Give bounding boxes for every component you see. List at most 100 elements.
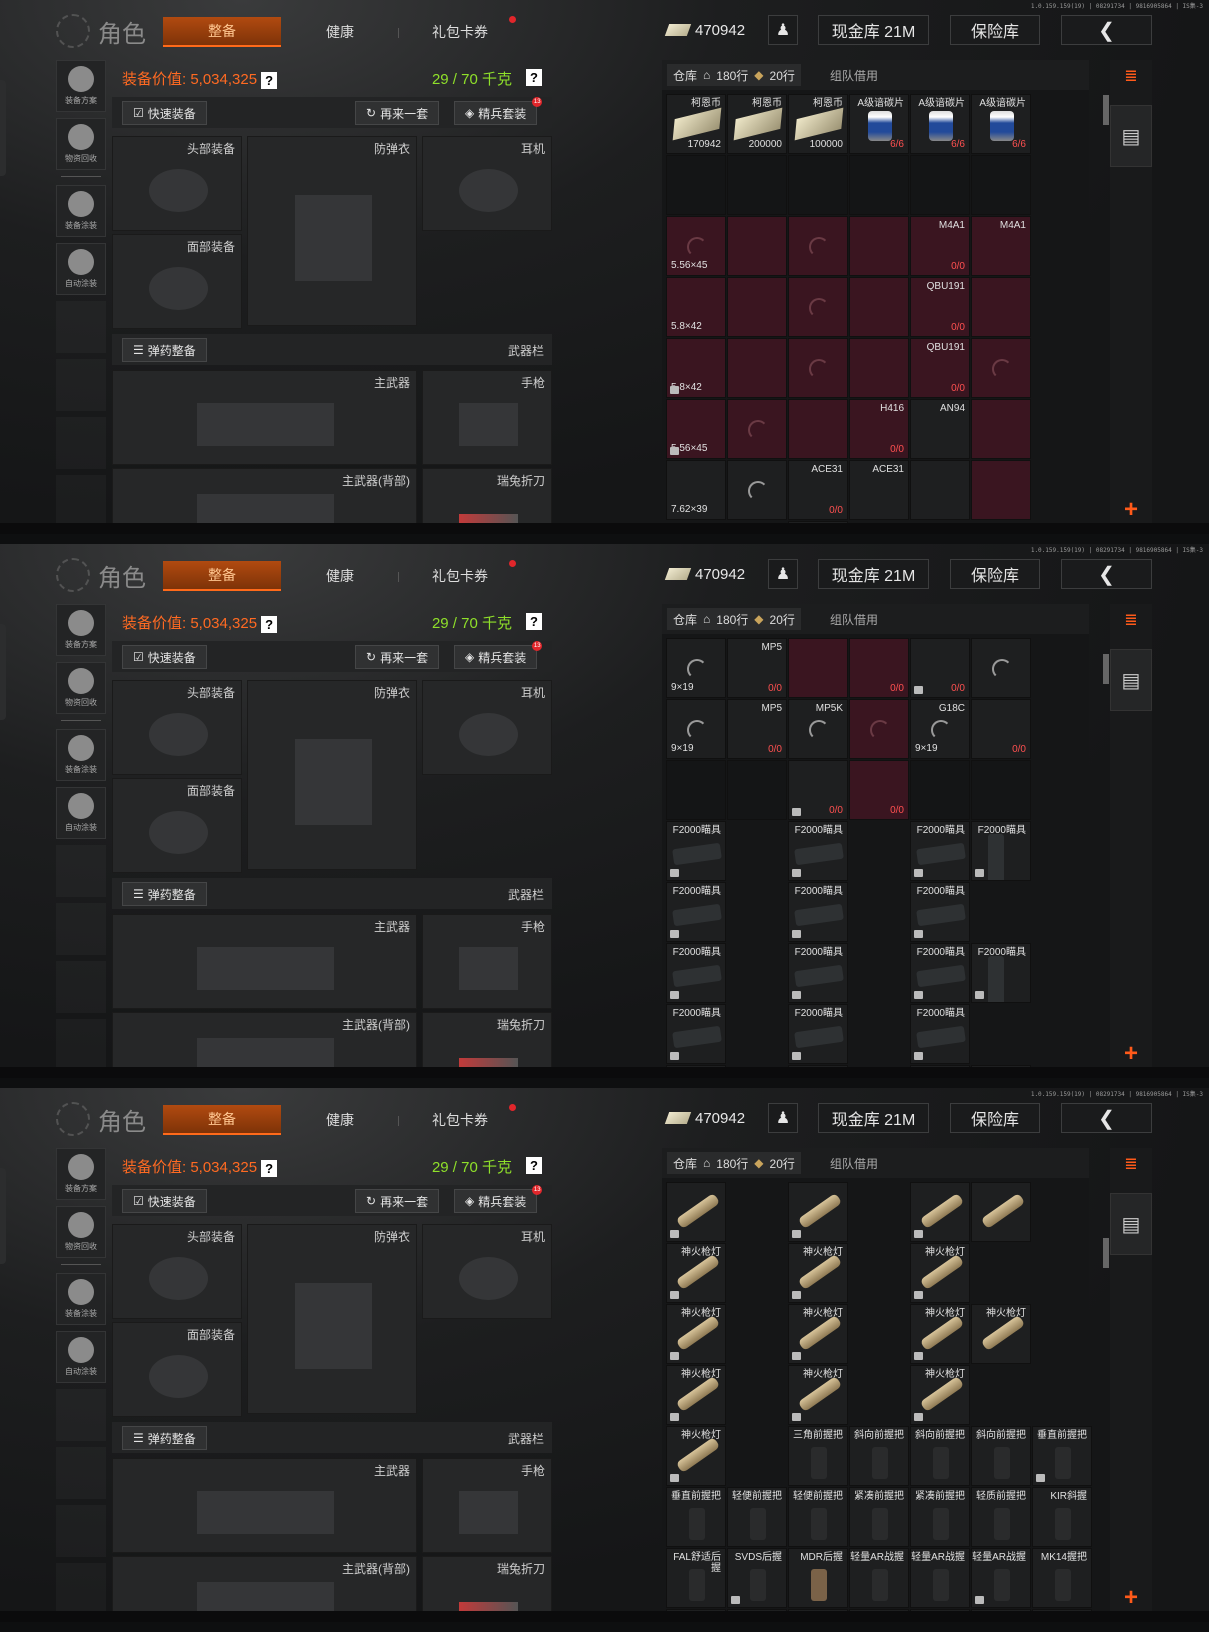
- storage-cell[interactable]: ACE31: [788, 521, 848, 523]
- storage-cell[interactable]: 轻质前握把: [971, 1487, 1031, 1547]
- sidebar-item-3[interactable]: 装备涂装: [56, 1273, 106, 1325]
- storage-cell[interactable]: 7.62×39: [666, 460, 726, 520]
- slot-pistol[interactable]: 手枪: [422, 914, 552, 1009]
- help-icon[interactable]: ?: [526, 1157, 542, 1174]
- ammo-button[interactable]: ☰ 弹药整备: [122, 1426, 207, 1450]
- storage-cell[interactable]: PK反射: [910, 1609, 970, 1611]
- slot-ear[interactable]: 耳机: [422, 680, 552, 775]
- slot-vest[interactable]: 防弹衣: [247, 680, 417, 870]
- storage-cell[interactable]: [849, 155, 909, 215]
- slot-primary_back[interactable]: 主武器(背部): [112, 468, 417, 523]
- storage-cell[interactable]: F2000瞄具: [910, 1004, 970, 1064]
- storage-cell[interactable]: 神火枪灯: [971, 1304, 1031, 1364]
- storage-cell[interactable]: M4A1: [971, 216, 1031, 276]
- storage-cell[interactable]: 轻量AR战握: [849, 1548, 909, 1608]
- sidebar-item-1[interactable]: 装备方案: [56, 60, 106, 112]
- storage-cell[interactable]: [727, 460, 787, 520]
- tab-gift[interactable]: 礼包卡券: [410, 561, 510, 591]
- sort-icon[interactable]: ≣: [1118, 66, 1144, 86]
- storage-cell[interactable]: F2000瞄具: [910, 821, 970, 881]
- sort-icon[interactable]: ≣: [1118, 1154, 1144, 1174]
- storage-cell[interactable]: [727, 216, 787, 276]
- storage-cell[interactable]: QBU191 0/0: [910, 338, 970, 398]
- storage-cell[interactable]: [971, 277, 1031, 337]
- elite-kit-button[interactable]: ◈ 精兵套装 13: [454, 1185, 543, 1213]
- layers-icon[interactable]: ▤: [1110, 1193, 1152, 1255]
- storage-cell[interactable]: 5.56×45: [666, 399, 726, 459]
- storage-cell[interactable]: [666, 155, 726, 215]
- storage-cell[interactable]: MP5 0/0: [727, 638, 787, 698]
- storage-cell[interactable]: [788, 638, 848, 698]
- slot-head[interactable]: 头部装备: [112, 1224, 242, 1319]
- tab-health[interactable]: 健康: [300, 561, 380, 591]
- cash-box-button[interactable]: 现金库 21M: [818, 1103, 929, 1133]
- edge-handle[interactable]: [0, 1168, 6, 1264]
- slot-head[interactable]: 头部装备: [112, 680, 242, 775]
- help-icon[interactable]: ?: [526, 69, 542, 86]
- storage-cell[interactable]: 5.8×42: [666, 277, 726, 337]
- storage-cell[interactable]: H416 0/0: [849, 399, 909, 459]
- storage-cell[interactable]: 斜向前握把: [971, 1426, 1031, 1486]
- storage-cell[interactable]: [788, 399, 848, 459]
- sidebar-item-2[interactable]: 物资回收: [56, 118, 106, 170]
- storage-cell[interactable]: [849, 216, 909, 276]
- tab-equip[interactable]: 整备: [163, 561, 281, 591]
- storage-cell[interactable]: 三角前握把: [788, 1426, 848, 1486]
- slot-primary[interactable]: 主武器: [112, 370, 417, 465]
- storage-cell[interactable]: 柯恩币 170942: [666, 94, 726, 154]
- avatar-button[interactable]: ♟: [768, 559, 798, 589]
- storage-cell[interactable]: 神火枪灯: [788, 1243, 848, 1303]
- storage-cell[interactable]: [788, 1182, 848, 1242]
- storage-cell[interactable]: F2000瞄具: [910, 943, 970, 1003]
- team-borrow-tab[interactable]: 组队借用: [830, 1155, 878, 1172]
- storage-cell[interactable]: QBZ19X标准后握: [788, 1609, 848, 1611]
- scrollbar-thumb[interactable]: [1103, 95, 1109, 125]
- storage-cell[interactable]: 紧凑前握把: [910, 1487, 970, 1547]
- storage-cell[interactable]: [971, 760, 1031, 820]
- sidebar-item-4[interactable]: 自动涂装: [56, 787, 106, 839]
- storage-cell[interactable]: [910, 760, 970, 820]
- tab-gift[interactable]: 礼包卡券: [410, 17, 510, 47]
- again-button[interactable]: ↻ 再来一套: [355, 101, 440, 125]
- storage-cell[interactable]: SVDS后握: [727, 1548, 787, 1608]
- storage-cell[interactable]: [788, 155, 848, 215]
- tab-health[interactable]: 健康: [300, 17, 380, 47]
- storage-cell[interactable]: 神火枪灯: [910, 1365, 970, 1425]
- tab-health[interactable]: 健康: [300, 1105, 380, 1135]
- storage-cell[interactable]: 0/0: [910, 638, 970, 698]
- storage-cell[interactable]: [971, 399, 1031, 459]
- storage-cell[interactable]: [727, 277, 787, 337]
- scrollbar-thumb[interactable]: [1103, 1238, 1109, 1268]
- storage-cell[interactable]: 0/0: [849, 760, 909, 820]
- storage-cell[interactable]: [971, 460, 1031, 520]
- slot-primary[interactable]: 主武器: [112, 1458, 417, 1553]
- storage-cell[interactable]: 轻便前握把: [727, 1487, 787, 1547]
- storage-cell[interactable]: F2000瞄具: [910, 882, 970, 942]
- vault-button[interactable]: 保险库: [950, 15, 1040, 45]
- storage-cell[interactable]: G18C 9×19: [910, 699, 970, 759]
- cash-box-button[interactable]: 现金库 21M: [818, 559, 929, 589]
- elite-kit-button[interactable]: ◈ 精兵套装 13: [454, 97, 543, 125]
- storage-cell[interactable]: 0/0: [849, 638, 909, 698]
- avatar-button[interactable]: ♟: [768, 15, 798, 45]
- storage-cell[interactable]: [727, 760, 787, 820]
- storage-cell[interactable]: [788, 338, 848, 398]
- storage-cell[interactable]: 斜向前握把: [910, 1426, 970, 1486]
- storage-cell[interactable]: [727, 399, 787, 459]
- edge-handle[interactable]: [0, 80, 6, 176]
- quick-equip-button[interactable]: ☑ 快速装备: [122, 1189, 207, 1213]
- avatar-button[interactable]: ♟: [768, 1103, 798, 1133]
- storage-cell[interactable]: [788, 277, 848, 337]
- again-button[interactable]: ↻ 再来一套: [355, 1189, 440, 1213]
- slot-vest[interactable]: 防弹衣: [247, 136, 417, 326]
- again-button[interactable]: ↻ 再来一套: [355, 645, 440, 669]
- storage-cell[interactable]: 轻量AR战握: [910, 1548, 970, 1608]
- storage-cell[interactable]: QBU191 0/0: [910, 277, 970, 337]
- sidebar-item-1[interactable]: 装备方案: [56, 604, 106, 656]
- help-icon[interactable]: ?: [261, 71, 278, 89]
- storage-cell[interactable]: 柯恩币 200000: [727, 94, 787, 154]
- cash-box-button[interactable]: 现金库 21M: [818, 15, 929, 45]
- storage-cell[interactable]: [849, 277, 909, 337]
- sidebar-item-4[interactable]: 自动涂装: [56, 1331, 106, 1383]
- storage-cell[interactable]: M4A1 0/0: [910, 216, 970, 276]
